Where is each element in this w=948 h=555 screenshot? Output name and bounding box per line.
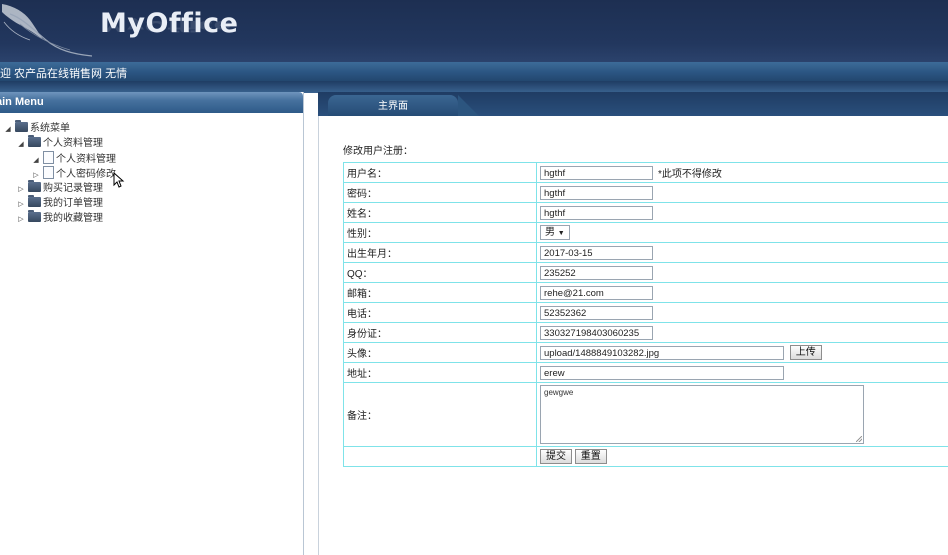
- form-row-idcard: 身份证： 330327198403060235: [343, 322, 948, 343]
- expand-toggle-icon[interactable]: ◢: [17, 137, 25, 152]
- name-label: 姓名：: [343, 202, 537, 223]
- name-cell: hgthf: [536, 202, 948, 223]
- tree-node-purchase-records[interactable]: ▷ 购买记录管理: [17, 180, 103, 197]
- form-row-remarks: 备注： gewgwe: [343, 382, 948, 447]
- name-field[interactable]: hgthf: [540, 205, 653, 220]
- email-label: 邮箱：: [343, 282, 537, 303]
- idcard-label: 身份证：: [343, 322, 537, 343]
- folder-icon: [28, 195, 41, 207]
- app-header: MyOffice MyOffice: [0, 0, 948, 62]
- collapse-toggle-icon[interactable]: ▷: [17, 182, 25, 197]
- username-readonly-note: *此项不得修改: [658, 169, 722, 180]
- avatar-label: 头像：: [343, 342, 537, 363]
- tree-label-profile-manage: 个人资料管理: [56, 154, 116, 165]
- sidebar: ain Menu ◢ 系统菜单 ◢ 个人资料管理 ◢ 个人资料管理 ▷ 个人密码修改 ▷…: [0, 92, 304, 555]
- upload-button[interactable]: 上传: [789, 345, 822, 360]
- address-field[interactable]: erew: [540, 365, 784, 380]
- form-row-name: 姓名： hgthf: [343, 202, 948, 223]
- qq-cell: 235252: [536, 262, 948, 283]
- remarks-label: 备注：: [343, 382, 537, 447]
- qq-field[interactable]: 235252: [540, 265, 653, 280]
- qq-label: QQ：: [343, 262, 537, 283]
- address-cell: erew: [536, 362, 948, 383]
- tree-label-my-favorites: 我的收藏管理: [43, 213, 103, 224]
- address-label: 地址：: [343, 362, 537, 383]
- email-field[interactable]: rehe@21.com: [540, 285, 653, 300]
- file-icon: [43, 151, 54, 164]
- folder-icon: [28, 180, 41, 192]
- username-field[interactable]: hgthf: [540, 165, 653, 180]
- remarks-cell: gewgwe: [536, 382, 948, 447]
- folder-icon: [15, 120, 28, 132]
- remarks-textarea[interactable]: gewgwe: [540, 385, 864, 444]
- form-row-username: 用户名： hgthf *此项不得修改: [343, 162, 948, 183]
- submit-button[interactable]: 提交: [540, 449, 572, 464]
- avatar-cell: upload/1488849103282.jpg 上传: [536, 342, 948, 363]
- username-cell: hgthf *此项不得修改: [536, 162, 948, 183]
- welcome-text: 迎 农产品在线销售网 无情: [0, 68, 128, 80]
- tree-node-password-change[interactable]: ▷ 个人密码修改: [32, 166, 116, 181]
- form-row-password: 密码： hgthf: [343, 182, 948, 203]
- form-title: 修改用户注册：: [343, 146, 413, 157]
- tree-node-my-favorites[interactable]: ▷ 我的收藏管理: [17, 210, 103, 227]
- file-icon: [43, 166, 54, 179]
- form-row-actions: 提交 重置: [343, 446, 948, 467]
- idcard-cell: 330327198403060235: [536, 322, 948, 343]
- actions-empty-cell: [343, 446, 537, 467]
- welcome-bar: 迎 农产品在线销售网 无情: [0, 62, 948, 81]
- sidebar-title: ain Menu: [0, 92, 303, 113]
- phone-cell: 52352362: [536, 302, 948, 323]
- birthdate-field[interactable]: 2017-03-15: [540, 245, 653, 260]
- birthdate-cell: 2017-03-15: [536, 242, 948, 263]
- password-label: 密码：: [343, 182, 537, 203]
- gender-select[interactable]: 男 ▼: [540, 225, 570, 240]
- form-row-phone: 电话： 52352362: [343, 302, 948, 323]
- avatar-path-field[interactable]: upload/1488849103282.jpg: [540, 345, 784, 360]
- gender-label: 性别：: [343, 222, 537, 243]
- folder-icon: [28, 135, 41, 147]
- password-field[interactable]: hgthf: [540, 185, 653, 200]
- tree-label-my-orders: 我的订单管理: [43, 198, 103, 209]
- main-content: 修改用户注册： 用户名： hgthf *此项不得修改 密码： hgthf 姓名： …: [318, 116, 948, 555]
- form-row-gender: 性别： 男 ▼: [343, 222, 948, 243]
- tree-node-profile-group[interactable]: ◢ 个人资料管理: [17, 135, 103, 152]
- tab-bar: 主界面: [318, 92, 948, 117]
- phone-field[interactable]: 52352362: [540, 305, 653, 320]
- reset-button[interactable]: 重置: [574, 449, 607, 464]
- mouse-cursor-icon: [113, 172, 125, 188]
- tree-node-my-orders[interactable]: ▷ 我的订单管理: [17, 195, 103, 212]
- tab-main[interactable]: 主界面: [328, 95, 480, 117]
- quill-logo-icon: [2, 4, 93, 57]
- collapse-toggle-icon[interactable]: ▷: [17, 197, 25, 212]
- form-row-birthdate: 出生年月： 2017-03-15: [343, 242, 948, 263]
- collapse-toggle-icon[interactable]: ▷: [17, 212, 25, 227]
- password-cell: hgthf: [536, 182, 948, 203]
- user-form-table: 用户名： hgthf *此项不得修改 密码： hgthf 姓名： hgthf 性别…: [343, 162, 948, 467]
- phone-label: 电话：: [343, 302, 537, 323]
- form-row-email: 邮箱： rehe@21.com: [343, 282, 948, 303]
- tree-node-profile-manage[interactable]: ◢ 个人资料管理: [32, 151, 116, 166]
- folder-icon: [28, 210, 41, 222]
- dropdown-arrow-icon: ▼: [557, 230, 565, 237]
- username-label: 用户名：: [343, 162, 537, 183]
- tree-label-root: 系统菜单: [30, 123, 70, 134]
- idcard-field[interactable]: 330327198403060235: [540, 325, 653, 340]
- expand-toggle-icon[interactable]: ◢: [4, 122, 12, 137]
- tree-node-root[interactable]: ◢ 系统菜单: [4, 120, 70, 137]
- tree-label-purchase-records: 购买记录管理: [43, 183, 103, 194]
- email-cell: rehe@21.com: [536, 282, 948, 303]
- tree-label-profile-group: 个人资料管理: [43, 138, 103, 149]
- birthdate-label: 出生年月：: [343, 242, 537, 263]
- gender-cell: 男 ▼: [536, 222, 948, 243]
- form-row-address: 地址： erew: [343, 362, 948, 383]
- app-logo-reflection: MyOffice: [100, 16, 232, 34]
- tree-label-password-change: 个人密码修改: [56, 169, 116, 180]
- actions-cell: 提交 重置: [536, 446, 948, 467]
- form-row-avatar: 头像： upload/1488849103282.jpg 上传: [343, 342, 948, 363]
- gender-value: 男: [545, 227, 555, 238]
- form-row-qq: QQ： 235252: [343, 262, 948, 283]
